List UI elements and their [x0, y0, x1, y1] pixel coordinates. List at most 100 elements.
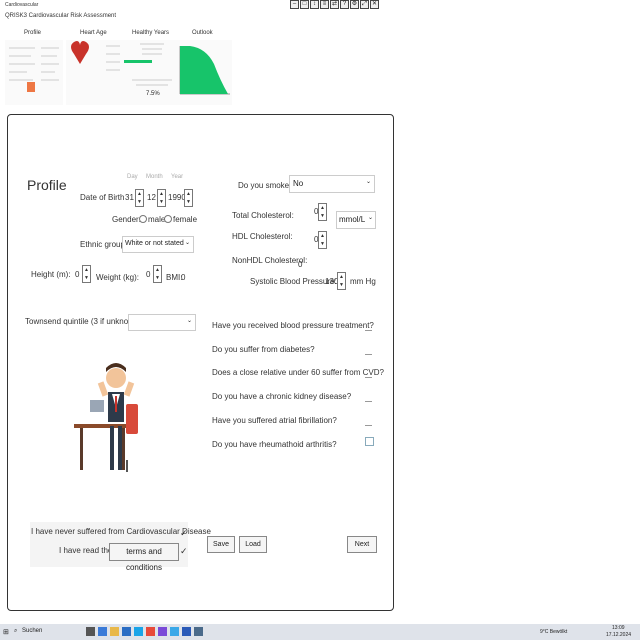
chevron-down-icon: ⌄ [184, 240, 190, 246]
app-subtitle: QRISK3 Cardiovascular Risk Assessment [5, 13, 117, 19]
gender-label: Gender: [112, 215, 141, 224]
taskbar-search[interactable]: Suchen [22, 628, 42, 634]
word-icon[interactable] [182, 627, 191, 636]
question-bp-treatment: Have you received blood pressure treatme… [212, 321, 374, 330]
year-label: Year [171, 174, 184, 180]
weather[interactable]: 9°C Bewölkt [540, 629, 567, 635]
question-rheumatoid: Do you have rheumathoid arthritis? [212, 440, 337, 449]
gender-male-radio[interactable] [139, 215, 147, 223]
dob-label: Date of Birth [80, 193, 125, 202]
next-button[interactable]: Next [347, 536, 377, 553]
load-button[interactable]: Load [239, 536, 267, 553]
bmi-label: BMI: [166, 273, 183, 282]
checkbox-rheumatoid[interactable] [365, 437, 374, 446]
mail-icon[interactable] [122, 627, 131, 636]
search-icon[interactable]: ⌕ [14, 628, 17, 635]
chevron-down-icon: ⌄ [367, 215, 373, 221]
healthy-years-bar [124, 60, 152, 63]
checkmark-icon[interactable]: ✓ [180, 528, 188, 539]
heart-icon [71, 41, 89, 64]
hdl-label: HDL Cholesterol: [232, 232, 293, 241]
weight-spinner[interactable]: ▲ ▼ [153, 265, 162, 283]
ethnic-group-value: White or not stated [125, 240, 184, 247]
clock-date[interactable]: 17.12.2024 [606, 632, 631, 638]
thumbnail-healthy-years[interactable]: 7.5% [122, 40, 182, 105]
help-button[interactable]: ? [340, 0, 349, 9]
title-bar: Cardiovascular – □ ↕ ≡ ⇄ ? ⚙ ⤢ ✕ [0, 0, 640, 10]
thumbnail-outlook[interactable] [176, 40, 232, 105]
healthy-years-value: 7.5% [146, 91, 160, 97]
gender-female-label: female [173, 215, 198, 224]
sbp-spinner[interactable]: ▲ ▼ [337, 272, 346, 290]
thumbnail-heart-age[interactable] [66, 40, 124, 105]
mini-figure-icon [27, 82, 35, 92]
outlook-area [180, 46, 228, 94]
day-spinner[interactable]: ▲ ▼ [135, 189, 144, 207]
checkbox-relative-cvd[interactable] [365, 370, 372, 378]
month-value[interactable]: 12 [147, 193, 156, 202]
restore-button[interactable]: □ [300, 0, 309, 9]
ethnic-group-select[interactable]: White or not stated ⌄ [122, 236, 194, 253]
explorer-icon[interactable] [110, 627, 119, 636]
day-label: Day [127, 174, 138, 180]
year-spinner[interactable]: ▲ ▼ [184, 189, 193, 207]
bmi-value: 0 [181, 273, 186, 282]
townsend-select[interactable]: ⌄ [128, 314, 196, 331]
share-button[interactable]: ⇄ [330, 0, 339, 9]
checkbox-atrial-fibrillation[interactable] [365, 418, 372, 426]
weight-label: Weight (kg): [96, 273, 139, 282]
save-button[interactable]: Save [207, 536, 235, 553]
outlook-chart [179, 46, 230, 95]
clock-time[interactable]: 13:09 [612, 625, 625, 631]
window-title: Cardiovascular [5, 2, 39, 8]
app-icon[interactable] [170, 627, 179, 636]
checkbox-kidney[interactable] [365, 394, 372, 402]
height-label: Height (m): [31, 270, 71, 279]
thumb-label-heart-age: Heart Age [80, 30, 107, 36]
settings-button[interactable]: ⚙ [350, 0, 359, 9]
chevron-down-icon: ⌄ [186, 318, 192, 324]
pin-button[interactable]: ↕ [310, 0, 319, 9]
height-spinner[interactable]: ▲ ▼ [82, 265, 91, 283]
total-cholesterol-label: Total Cholesterol: [232, 211, 294, 220]
start-icon[interactable]: ⊞ [3, 628, 9, 636]
height-value[interactable]: 0 [75, 270, 79, 279]
thumb-label-profile: Profile [24, 30, 42, 36]
vs-icon[interactable] [158, 627, 167, 636]
month-spinner[interactable]: ▲ ▼ [157, 189, 166, 207]
total-cholesterol-spinner[interactable]: ▲ ▼ [318, 203, 327, 221]
worried-man-illustration [74, 363, 138, 472]
chrome-icon[interactable] [146, 627, 155, 636]
minimize-button[interactable]: – [290, 0, 299, 9]
hdl-spinner[interactable]: ▲ ▼ [318, 231, 327, 249]
smoke-select[interactable]: No ⌄ [289, 175, 375, 193]
task-view-icon[interactable] [86, 627, 95, 636]
app-icon[interactable] [194, 627, 203, 636]
month-label: Month [146, 174, 163, 180]
question-relative-cvd: Does a close relative under 60 suffer fr… [212, 368, 384, 377]
thumbnail-profile[interactable] [5, 40, 63, 105]
sbp-unit: mm Hg [350, 277, 376, 286]
fullscreen-button[interactable]: ⤢ [360, 0, 369, 9]
question-diabetes: Do you suffer from diabetes? [212, 345, 315, 354]
store-icon[interactable] [134, 627, 143, 636]
day-value[interactable]: 31 [125, 193, 134, 202]
options-button[interactable]: ≡ [320, 0, 329, 9]
edge-icon[interactable] [98, 627, 107, 636]
checkmark-icon[interactable]: ✓ [180, 546, 188, 557]
townsend-label: Townsend quintile (3 if unknown): [25, 317, 144, 326]
profile-thumb-lines [9, 47, 59, 92]
checkbox-bp-treatment[interactable] [365, 323, 372, 331]
close-button[interactable]: ✕ [370, 0, 379, 9]
have-read-label: I have read the [59, 546, 113, 555]
chevron-down-icon: ⌄ [365, 179, 371, 185]
cholesterol-unit-value: mmol/L [339, 215, 366, 224]
thumb-label-outlook: Outlook [192, 30, 213, 36]
smoke-label: Do you smoke? [238, 181, 294, 190]
checkbox-diabetes[interactable] [365, 347, 372, 355]
cholesterol-unit-select[interactable]: mmol/L ⌄ [336, 211, 376, 229]
weight-value[interactable]: 0 [146, 270, 150, 279]
gender-female-radio[interactable] [164, 215, 172, 223]
terms-button[interactable]: terms and conditions [109, 543, 179, 572]
smoke-value: No [293, 179, 304, 188]
